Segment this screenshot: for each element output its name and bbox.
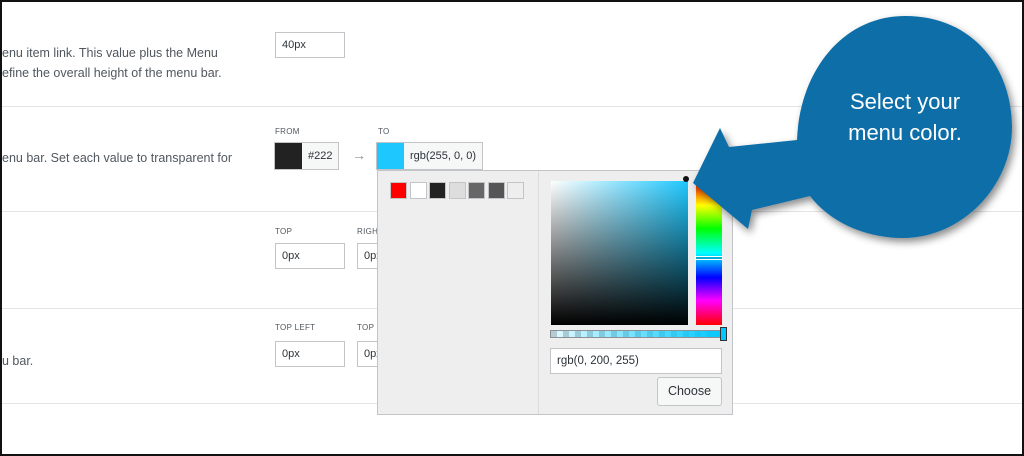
callout-line2: menu color. (848, 120, 962, 145)
callout-bubble (693, 16, 1012, 238)
callout-text: Select your menu color. (820, 86, 990, 148)
callout-line1: Select your (849, 89, 961, 114)
